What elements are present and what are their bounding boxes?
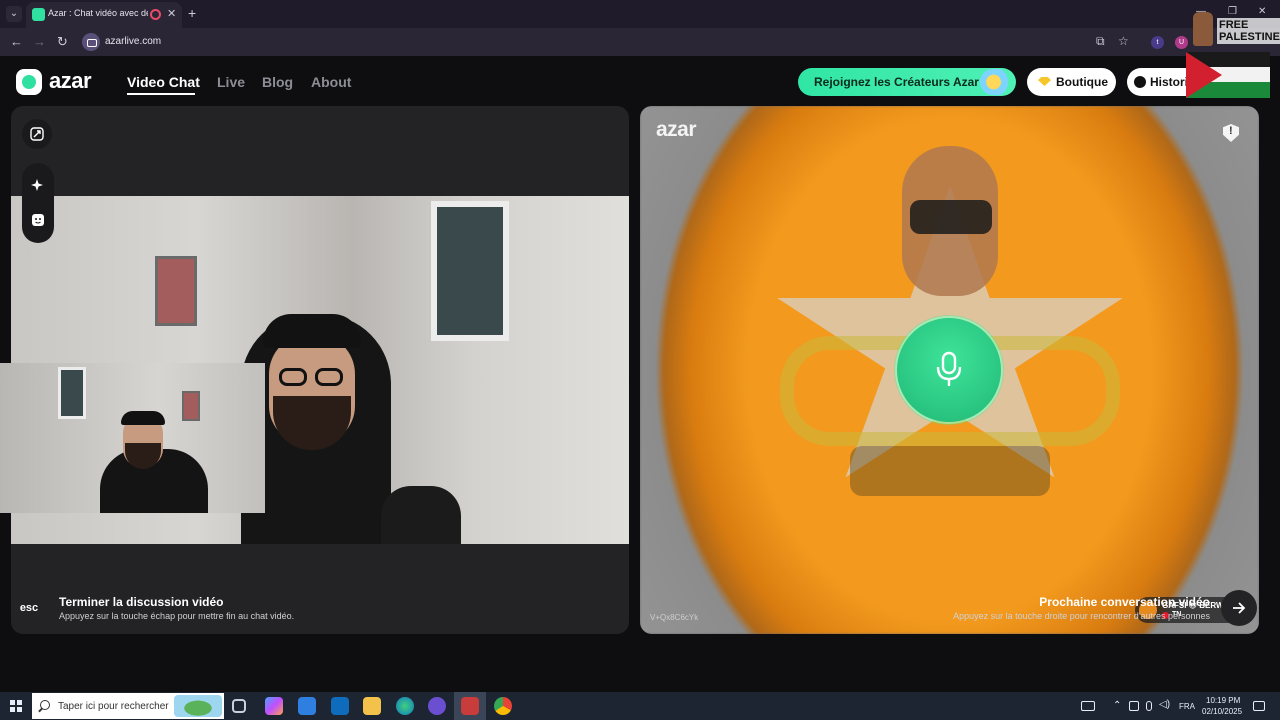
taskbar-search[interactable]: Taper ici pour rechercher (32, 693, 224, 719)
chrome-icon[interactable] (494, 697, 512, 715)
clock-time[interactable]: 10:19 PM (1206, 696, 1240, 705)
messenger-icon[interactable] (428, 697, 446, 715)
network-icon[interactable] (1129, 701, 1139, 711)
notifications-icon[interactable] (1253, 701, 1265, 711)
bookmark-star-icon[interactable]: ☆ (1118, 34, 1129, 48)
back-arrow-icon[interactable]: ← (10, 34, 23, 49)
self-preview-video (0, 363, 265, 513)
volume-icon[interactable]: ◁) (1159, 699, 1170, 710)
new-tab-button[interactable]: + (188, 5, 196, 21)
store-icon[interactable] (298, 697, 316, 715)
shop-label: Boutique (1056, 75, 1108, 89)
remote-video-panel: azar V+Qx8C6cYk GAFSI 😎 BERWILEE TN (640, 106, 1259, 634)
tab-title: Azar : Chat vidéo avec de n (48, 8, 148, 18)
person-glasses (279, 368, 345, 386)
language-indicator[interactable]: FRA (1179, 702, 1195, 711)
extension-t-icon[interactable]: t (1151, 36, 1164, 49)
esc-button[interactable]: esc (11, 590, 47, 626)
search-placeholder: Taper ici pour rechercher (58, 701, 169, 712)
end-chat-hint: Appuyez sur la touche échap pour mettre … (59, 611, 295, 621)
url-text: azarlive.com (105, 36, 162, 47)
nav-about[interactable]: About (311, 74, 351, 90)
azar-favicon-icon (32, 8, 45, 21)
copilot-icon[interactable] (265, 697, 283, 715)
preview-window (58, 367, 86, 419)
background-window (431, 201, 509, 341)
file-explorer-icon[interactable] (363, 697, 381, 715)
creators-decoration-icon (980, 69, 1014, 95)
nav-active-underline (127, 93, 195, 95)
remote-app-icon[interactable] (461, 697, 479, 715)
reload-icon[interactable]: ↻ (57, 34, 68, 50)
close-window-icon[interactable]: ✕ (1258, 6, 1266, 17)
peer-id: V+Qx8C6cYk (650, 613, 699, 622)
clock-icon (1134, 76, 1146, 88)
expand-button[interactable] (22, 119, 52, 149)
fist-icon (1193, 12, 1213, 46)
tab-list-chevron-icon[interactable]: ⌄ (6, 6, 22, 22)
join-creators-label: Rejoignez les Créateurs Azar (814, 75, 979, 89)
mic-tray-icon[interactable] (1146, 701, 1152, 711)
remote-graphic-sunglasses (910, 200, 992, 234)
end-chat-title[interactable]: Terminer la discussion vidéo (59, 595, 224, 609)
free-palestine-line1: FREE (1219, 19, 1249, 31)
effects-toolbar (22, 163, 54, 243)
free-palestine-line2: PALESTINE (1219, 31, 1280, 43)
azar-logo[interactable]: azar (16, 68, 102, 95)
sticker-face-icon[interactable] (31, 213, 45, 227)
recording-indicator-icon (150, 9, 161, 20)
next-button[interactable] (1221, 590, 1257, 626)
next-chat-title[interactable]: Prochaine conversation vidéo (1039, 595, 1210, 609)
free-palestine-text: FREE PALESTINE (1217, 18, 1280, 44)
task-view-icon[interactable] (232, 699, 246, 713)
outlook-icon[interactable] (331, 697, 349, 715)
gem-icon (1038, 77, 1051, 86)
forward-arrow-icon[interactable]: → (33, 34, 46, 49)
search-icon (40, 700, 50, 710)
browser-tab[interactable]: Azar : Chat vidéo avec de n ✕ (26, 2, 182, 28)
palestine-flag-icon (1186, 52, 1270, 98)
sparkle-effects-icon[interactable] (31, 178, 45, 192)
windows-taskbar: Taper ici pour rechercher ⌃ ◁) FRA 10:19… (0, 692, 1280, 720)
shop-button[interactable]: Boutique (1027, 68, 1116, 96)
install-app-icon[interactable]: ⧉ (1096, 34, 1105, 49)
arrow-right-icon (1233, 602, 1246, 614)
browser-tab-bar: ⌄ Azar : Chat vidéo avec de n ✕ + — ❐ ✕ (0, 0, 1280, 28)
nav-video-chat[interactable]: Video Chat (127, 74, 200, 90)
expand-icon (30, 127, 44, 141)
logo-text: azar (49, 68, 92, 93)
nav-live[interactable]: Live (217, 74, 245, 90)
keyboard-icon[interactable] (1081, 701, 1095, 711)
address-bar: ← → ↻ azarlive.com ⧉ ☆ t U (0, 28, 1280, 56)
microphone-prop (381, 486, 461, 544)
tray-expand-icon[interactable]: ⌃ (1113, 700, 1121, 711)
mic-speaking-indicator (897, 318, 1001, 422)
azar-logo-icon (16, 69, 42, 95)
nav-blog[interactable]: Blog (262, 74, 293, 90)
windows-start-icon[interactable] (10, 700, 22, 712)
maximize-icon[interactable]: ❐ (1228, 6, 1237, 17)
preview-frame (182, 391, 200, 421)
site-info-icon[interactable] (82, 33, 100, 51)
join-creators-button[interactable]: Rejoignez les Créateurs Azar (798, 68, 1016, 96)
extension-u-icon[interactable]: U (1175, 36, 1188, 49)
next-chat-hint: Appuyez sur la touche droite pour rencon… (953, 611, 1210, 621)
url-field[interactable]: azarlive.com (80, 31, 1180, 53)
edge-icon[interactable] (396, 697, 414, 715)
search-highlight-image (174, 695, 222, 717)
remote-graphic-sublettering (850, 446, 1050, 496)
preview-person-hair (121, 411, 165, 425)
person-hair (263, 314, 361, 348)
microphone-icon (936, 351, 962, 386)
clock-date[interactable]: 02/10/2025 (1202, 707, 1242, 716)
background-frame (155, 256, 197, 326)
tab-close-icon[interactable]: ✕ (167, 7, 176, 20)
azar-watermark: azar (656, 118, 697, 141)
